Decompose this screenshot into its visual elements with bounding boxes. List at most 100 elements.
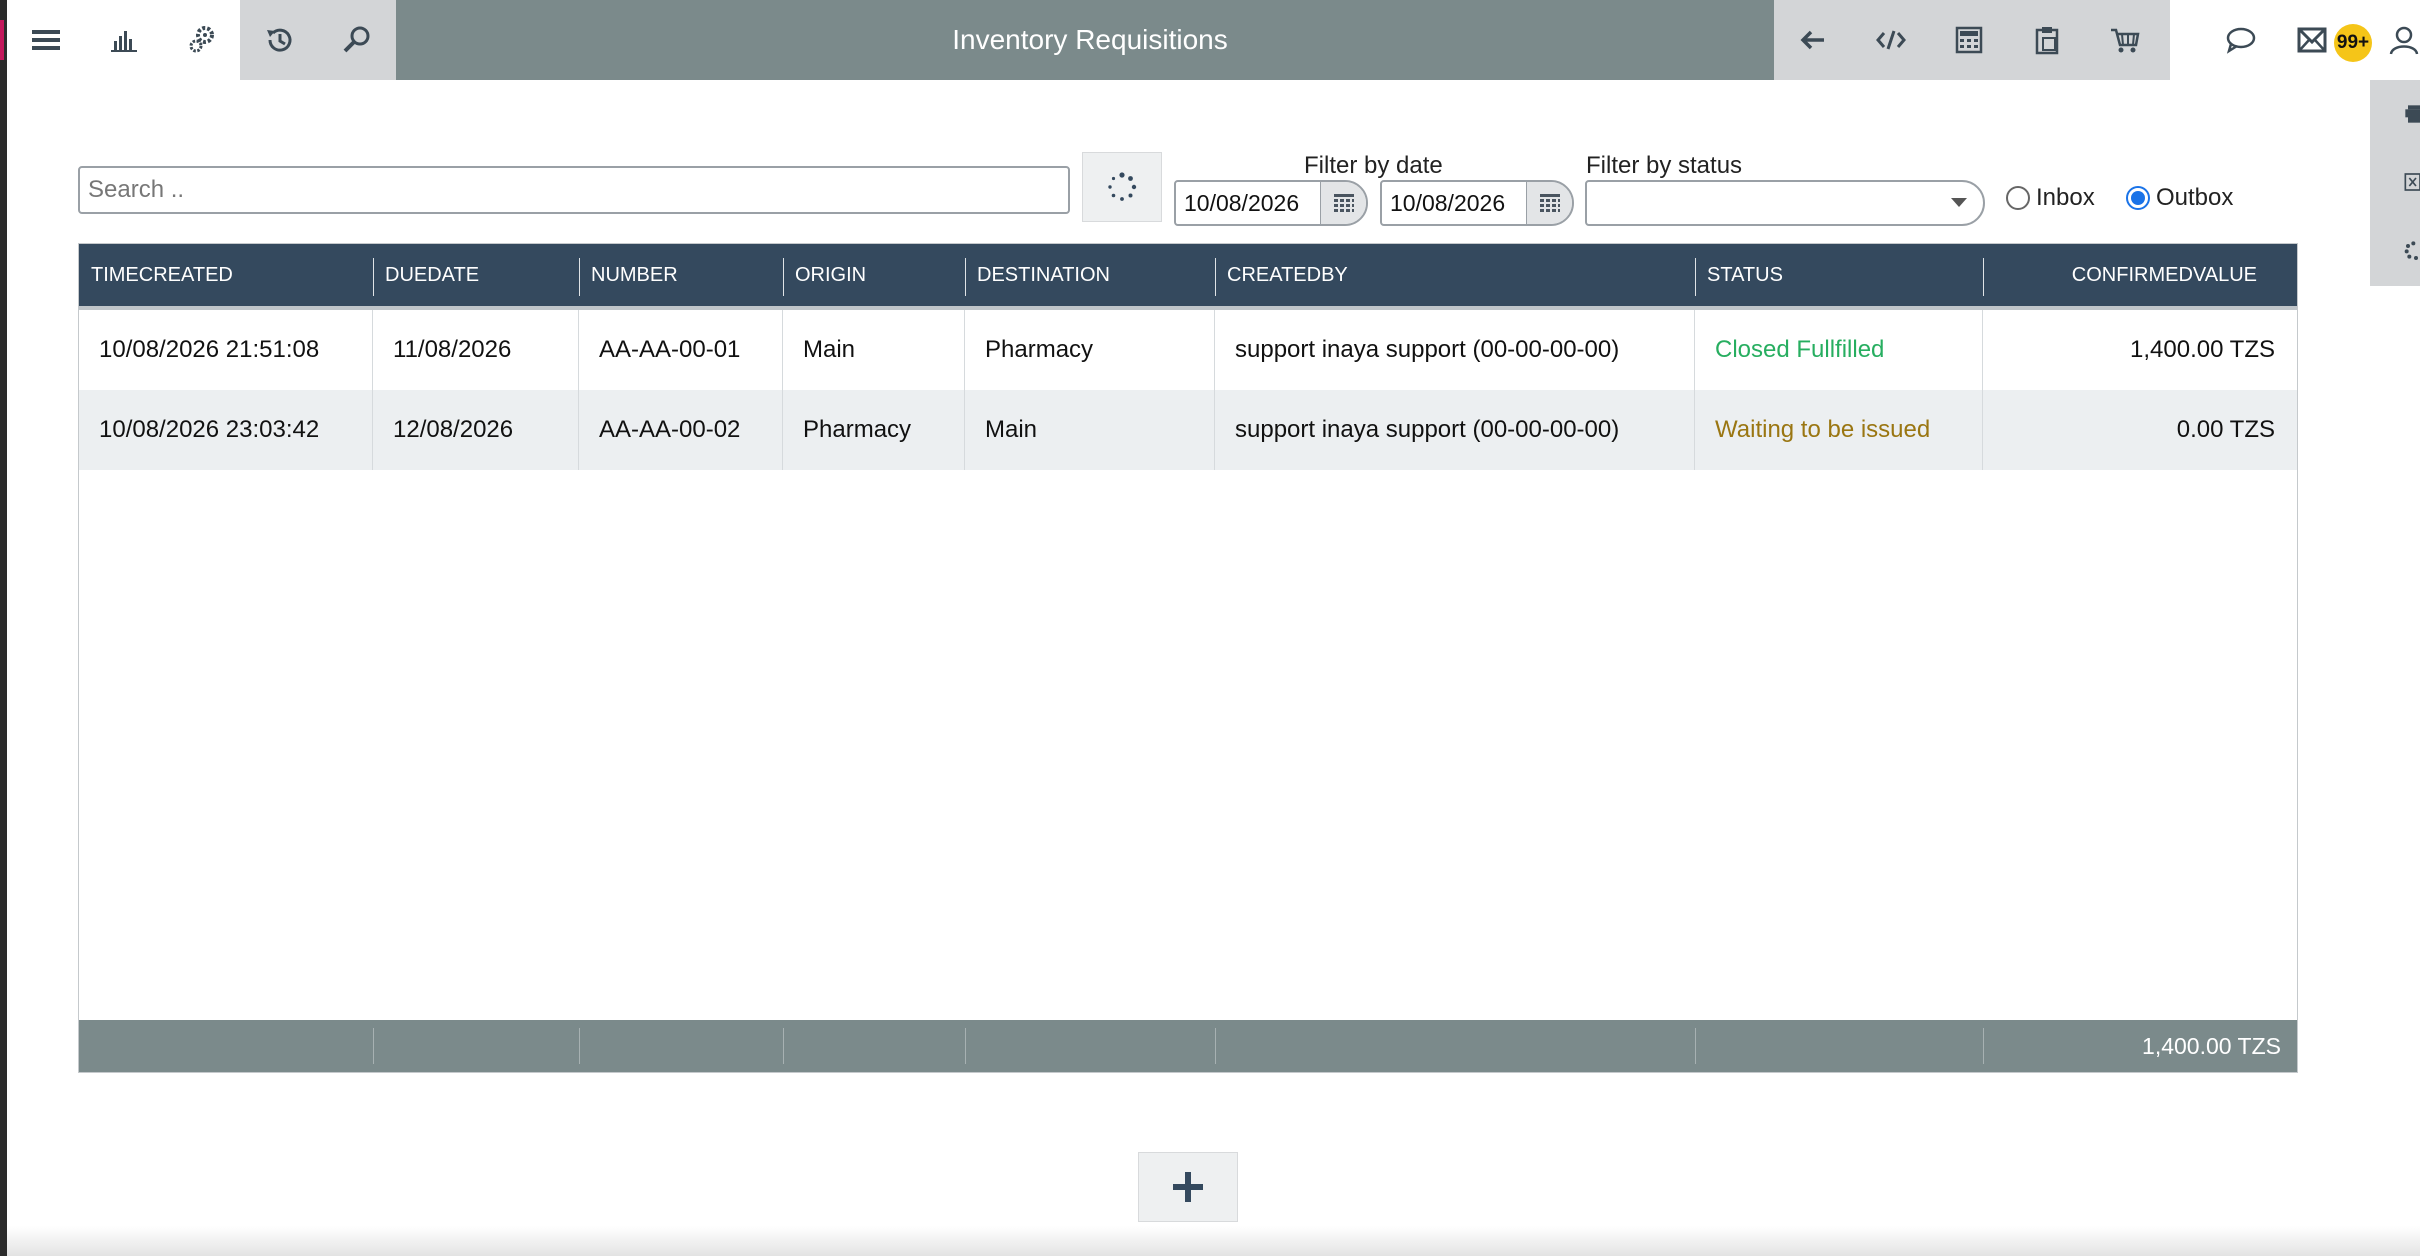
printer-icon xyxy=(2405,105,2420,123)
window-bottom-shadow xyxy=(7,1226,2420,1256)
reports-button[interactable] xyxy=(85,0,163,80)
side-tools-strip xyxy=(2370,80,2420,286)
footer-divider xyxy=(1983,1028,1984,1064)
page-title: Inventory Requisitions xyxy=(396,0,1784,80)
export-excel-button[interactable] xyxy=(2372,148,2420,216)
toolbar-user-group xyxy=(2204,0,2420,80)
back-arrow-icon xyxy=(1800,30,1824,50)
filter-date-label: Filter by date xyxy=(1304,152,1443,179)
plus-icon xyxy=(1173,1172,1203,1202)
cell-status: Closed Fullfilled xyxy=(1695,310,1983,390)
table-header: TIMECREATED DUEDATE NUMBER ORIGIN DESTIN… xyxy=(79,244,2297,310)
code-icon xyxy=(1876,30,1906,50)
date-from-value: 10/08/2026 xyxy=(1184,189,1300,216)
inbox-radio-button[interactable] xyxy=(2006,186,2030,210)
notification-badge: 99+ xyxy=(2334,24,2372,62)
top-toolbar: Inventory Requisitions xyxy=(7,0,2420,80)
print-button[interactable] xyxy=(2372,80,2420,148)
cell-confirmedvalue: 1,400.00 TZS xyxy=(2130,336,2275,363)
calendar-icon xyxy=(1333,194,1354,212)
calculator-button[interactable] xyxy=(1930,0,2008,80)
requisitions-table: TIMECREATED DUEDATE NUMBER ORIGIN DESTIN… xyxy=(78,243,2298,1073)
loading-spinner-icon xyxy=(2404,241,2418,260)
column-header-confirmedvalue[interactable]: CONFIRMEDVALUE xyxy=(1983,244,2297,306)
table-row[interactable]: 10/08/2026 23:03:42 12/08/2026 AA-AA-00-… xyxy=(79,390,2297,470)
table-footer: 1,400.00 TZS xyxy=(79,1020,2297,1072)
menu-button[interactable] xyxy=(7,0,85,80)
column-header-status[interactable]: STATUS xyxy=(1695,244,1983,306)
back-button[interactable] xyxy=(1774,0,1852,80)
settings-button[interactable] xyxy=(163,0,241,80)
toolbar-right-group xyxy=(1774,0,2170,80)
date-from-field[interactable]: 10/08/2026 xyxy=(1174,180,1368,226)
calculator-icon xyxy=(1955,26,1983,54)
window-edge-accent xyxy=(0,20,4,60)
filter-status-label: Filter by status xyxy=(1586,152,1743,179)
cell-timecreated: 10/08/2026 23:03:42 xyxy=(79,390,373,470)
inbox-radio[interactable]: Inbox xyxy=(2006,184,2095,212)
column-header-number[interactable]: NUMBER xyxy=(579,244,783,306)
date-to-field[interactable]: 10/08/2026 xyxy=(1380,180,1574,226)
footer-divider xyxy=(783,1028,784,1064)
column-header-duedate[interactable]: DUEDATE xyxy=(373,244,579,306)
search-icon xyxy=(343,26,370,53)
column-header-origin[interactable]: ORIGIN xyxy=(783,244,965,306)
cell-number: AA-AA-00-01 xyxy=(579,310,783,390)
cell-timecreated: 10/08/2026 21:51:08 xyxy=(79,310,373,390)
refresh-button[interactable] xyxy=(1082,152,1162,222)
toolbar-highlight-group xyxy=(240,0,396,80)
footer-total-value: 1,400.00 TZS xyxy=(2142,1032,2281,1059)
side-refresh-button[interactable] xyxy=(2372,216,2420,284)
settings-gears-icon xyxy=(189,26,214,53)
window-edge xyxy=(0,0,7,1256)
column-header-createdby[interactable]: CREATEDBY xyxy=(1215,244,1695,306)
chevron-down-icon xyxy=(1951,198,1967,207)
outbox-radio-label: Outbox xyxy=(2156,184,2234,211)
date-to-value: 10/08/2026 xyxy=(1390,189,1506,216)
cell-status: Waiting to be issued xyxy=(1695,390,1983,470)
outbox-radio-button[interactable] xyxy=(2126,186,2150,210)
clipboard-icon xyxy=(2035,27,2059,55)
cell-duedate: 12/08/2026 xyxy=(373,390,579,470)
status-select[interactable] xyxy=(1585,180,1985,226)
add-requisition-button[interactable] xyxy=(1138,1152,1238,1222)
cell-number: AA-AA-00-02 xyxy=(579,390,783,470)
cart-icon xyxy=(2111,28,2140,53)
column-header-timecreated[interactable]: TIMECREATED xyxy=(79,244,373,306)
footer-divider xyxy=(373,1028,374,1064)
footer-divider xyxy=(1215,1028,1216,1064)
footer-divider xyxy=(579,1028,580,1064)
chat-icon xyxy=(2226,27,2256,54)
cell-createdby: support inaya support (00-00-00-00) xyxy=(1215,390,1695,470)
outbox-radio[interactable]: Outbox xyxy=(2126,184,2233,212)
cell-confirmedvalue: 0.00 TZS xyxy=(2176,416,2275,443)
search-input[interactable] xyxy=(78,166,1070,214)
column-header-destination[interactable]: DESTINATION xyxy=(965,244,1215,306)
table-row[interactable]: 10/08/2026 21:51:08 11/08/2026 AA-AA-00-… xyxy=(79,310,2297,390)
cell-destination: Main xyxy=(965,390,1215,470)
loading-spinner-icon xyxy=(1108,172,1137,201)
date-to-calendar-button[interactable] xyxy=(1526,182,1572,224)
code-button[interactable] xyxy=(1852,0,1930,80)
mail-icon xyxy=(2297,27,2327,53)
footer-divider xyxy=(1695,1028,1696,1064)
bar-chart-icon xyxy=(111,31,137,52)
history-icon xyxy=(267,28,292,52)
cell-destination: Pharmacy xyxy=(965,310,1215,390)
clipboard-button[interactable] xyxy=(2008,0,2086,80)
cart-button[interactable] xyxy=(2086,0,2164,80)
chat-button[interactable] xyxy=(2204,0,2276,80)
inbox-radio-label: Inbox xyxy=(2036,184,2095,211)
search-toggle-button[interactable] xyxy=(318,0,396,80)
date-from-calendar-button[interactable] xyxy=(1320,182,1366,224)
hamburger-menu-icon xyxy=(32,30,60,50)
history-button[interactable] xyxy=(240,0,318,80)
cell-duedate: 11/08/2026 xyxy=(373,310,579,390)
app-window: Inventory Requisitions 99+ Search .. Fil… xyxy=(0,0,2420,1256)
footer-divider xyxy=(965,1028,966,1064)
user-icon xyxy=(2389,26,2419,55)
cell-origin: Main xyxy=(783,310,965,390)
cell-createdby: support inaya support (00-00-00-00) xyxy=(1215,310,1695,390)
cell-origin: Pharmacy xyxy=(783,390,965,470)
toolbar-left-group xyxy=(7,0,241,80)
